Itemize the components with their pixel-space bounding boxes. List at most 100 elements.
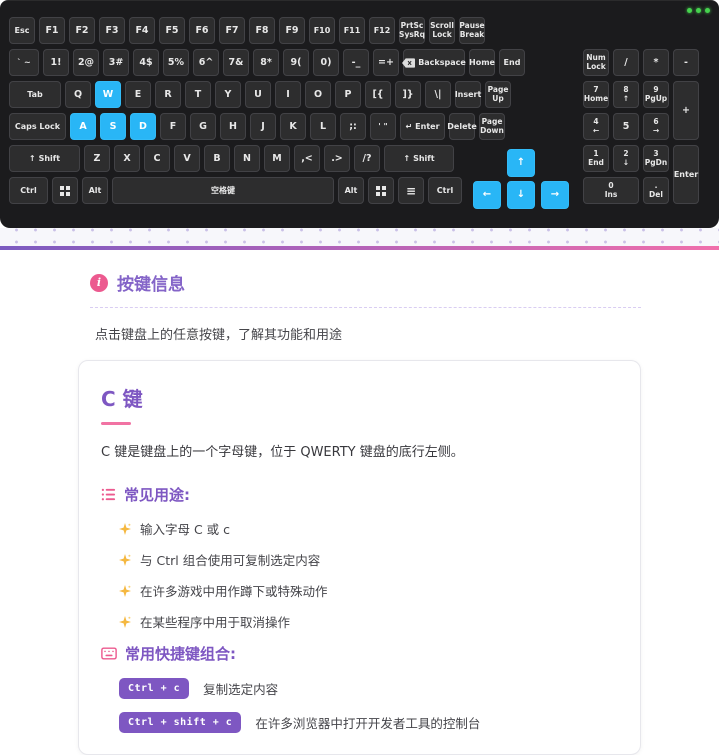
key-arrow-up[interactable]: ↑ xyxy=(507,149,535,177)
key-space[interactable]: ]} xyxy=(395,81,421,108)
key-space[interactable]: / xyxy=(613,49,639,76)
key-space[interactable]: ` ~ xyxy=(9,49,39,76)
key-e[interactable]: E xyxy=(125,81,151,108)
key-g[interactable]: G xyxy=(190,113,216,140)
key-space[interactable]: -_ xyxy=(343,49,369,76)
key-space[interactable]: . Del xyxy=(643,177,669,204)
key-f3[interactable]: F3 xyxy=(99,17,125,44)
key-a[interactable]: A xyxy=(70,113,96,140)
key-num[interactable]: Num Lock xyxy=(583,49,609,76)
key-9[interactable]: 9( xyxy=(283,49,309,76)
key-6[interactable]: 6 → xyxy=(643,113,669,140)
key-space[interactable]: =+ xyxy=(373,49,399,76)
key-windows[interactable] xyxy=(368,177,394,204)
key-3[interactable]: 3# xyxy=(103,49,129,76)
key-arrow-right[interactable]: → xyxy=(541,181,569,209)
key-f1[interactable]: F1 xyxy=(39,17,65,44)
key-0[interactable]: 0 Ins xyxy=(583,177,639,204)
key-page[interactable]: Page Down xyxy=(479,113,505,140)
key-y[interactable]: Y xyxy=(215,81,241,108)
key-tab[interactable]: Tab xyxy=(9,81,61,108)
key-f9[interactable]: F9 xyxy=(279,17,305,44)
key-f2[interactable]: F2 xyxy=(69,17,95,44)
key-s[interactable]: S xyxy=(100,113,126,140)
key-p[interactable]: P xyxy=(335,81,361,108)
key-f5[interactable]: F5 xyxy=(159,17,185,44)
key-8[interactable]: 8 ↑ xyxy=(613,81,639,108)
key-space[interactable]: + xyxy=(673,81,699,140)
key-q[interactable]: Q xyxy=(65,81,91,108)
key-space[interactable]: * xyxy=(643,49,669,76)
key-9[interactable]: 9 PgUp xyxy=(643,81,669,108)
key-space[interactable]: 空格键 xyxy=(112,177,334,204)
key-5[interactable]: 5% xyxy=(163,49,189,76)
key-8[interactable]: 8* xyxy=(253,49,279,76)
key-v[interactable]: V xyxy=(174,145,200,172)
key-space[interactable]: /? xyxy=(354,145,380,172)
key-5[interactable]: 5 xyxy=(613,113,639,140)
key-f6[interactable]: F6 xyxy=(189,17,215,44)
key-6[interactable]: 6^ xyxy=(193,49,219,76)
key-pause[interactable]: Pause Break xyxy=(459,17,485,44)
key-f[interactable]: F xyxy=(160,113,186,140)
key-windows[interactable] xyxy=(52,177,78,204)
key-esc[interactable]: Esc xyxy=(9,17,35,44)
key-space[interactable]: [{ xyxy=(365,81,391,108)
key-shift[interactable]: ↑ Shift xyxy=(384,145,454,172)
key-arrow-left[interactable]: ← xyxy=(473,181,501,209)
key-o[interactable]: O xyxy=(305,81,331,108)
key-end[interactable]: End xyxy=(499,49,525,76)
key-shift[interactable]: ↑ Shift xyxy=(9,145,80,172)
key-arrow-down[interactable]: ↓ xyxy=(507,181,535,209)
key-2[interactable]: 2 ↓ xyxy=(613,145,639,172)
key-4[interactable]: 4$ xyxy=(133,49,159,76)
key-2[interactable]: 2@ xyxy=(73,49,99,76)
key-f11[interactable]: F11 xyxy=(339,17,365,44)
key-7[interactable]: 7& xyxy=(223,49,249,76)
key-f10[interactable]: F10 xyxy=(309,17,335,44)
key-x[interactable]: X xyxy=(114,145,140,172)
key-page[interactable]: Page Up xyxy=(485,81,511,108)
key-space[interactable]: \| xyxy=(425,81,451,108)
key-f8[interactable]: F8 xyxy=(249,17,275,44)
key-f7[interactable]: F7 xyxy=(219,17,245,44)
key-delete[interactable]: Delete xyxy=(447,113,477,140)
key-enter[interactable]: Enter xyxy=(673,145,699,204)
key-w[interactable]: W xyxy=(95,81,121,108)
key-m[interactable]: M xyxy=(264,145,290,172)
key-insert[interactable]: Insert xyxy=(455,81,481,108)
key-7[interactable]: 7 Home xyxy=(583,81,609,108)
key-space[interactable]: .> xyxy=(324,145,350,172)
key-1[interactable]: 1 End xyxy=(583,145,609,172)
key-space[interactable]: ' " xyxy=(370,113,396,140)
key-4[interactable]: 4 ← xyxy=(583,113,609,140)
key-n[interactable]: N xyxy=(234,145,260,172)
key-prtsc[interactable]: PrtSc SysRq xyxy=(399,17,425,44)
key-d[interactable]: D xyxy=(130,113,156,140)
key-space[interactable]: ;: xyxy=(340,113,366,140)
key-1[interactable]: 1! xyxy=(43,49,69,76)
key-alt[interactable]: Alt xyxy=(338,177,364,204)
key-r[interactable]: R xyxy=(155,81,181,108)
key-b[interactable]: B xyxy=(204,145,230,172)
key-j[interactable]: J xyxy=(250,113,276,140)
key-ctrl[interactable]: Ctrl xyxy=(428,177,462,204)
key-l[interactable]: L xyxy=(310,113,336,140)
key-backspace[interactable]: Backspace xyxy=(402,49,466,76)
key-space[interactable]: ,< xyxy=(294,145,320,172)
key-enter[interactable]: ↵ Enter xyxy=(400,113,445,140)
key-alt[interactable]: Alt xyxy=(82,177,108,204)
key-home[interactable]: Home xyxy=(469,49,495,76)
key-scroll[interactable]: Scroll Lock xyxy=(429,17,455,44)
key-t[interactable]: T xyxy=(185,81,211,108)
key-h[interactable]: H xyxy=(220,113,246,140)
key-3[interactable]: 3 PgDn xyxy=(643,145,669,172)
key-f4[interactable]: F4 xyxy=(129,17,155,44)
key-c[interactable]: C xyxy=(144,145,170,172)
key-ctrl[interactable]: Ctrl xyxy=(9,177,48,204)
key-z[interactable]: Z xyxy=(84,145,110,172)
key-u[interactable]: U xyxy=(245,81,271,108)
key-menu[interactable]: ≡ xyxy=(398,177,424,204)
key-k[interactable]: K xyxy=(280,113,306,140)
key-i[interactable]: I xyxy=(275,81,301,108)
